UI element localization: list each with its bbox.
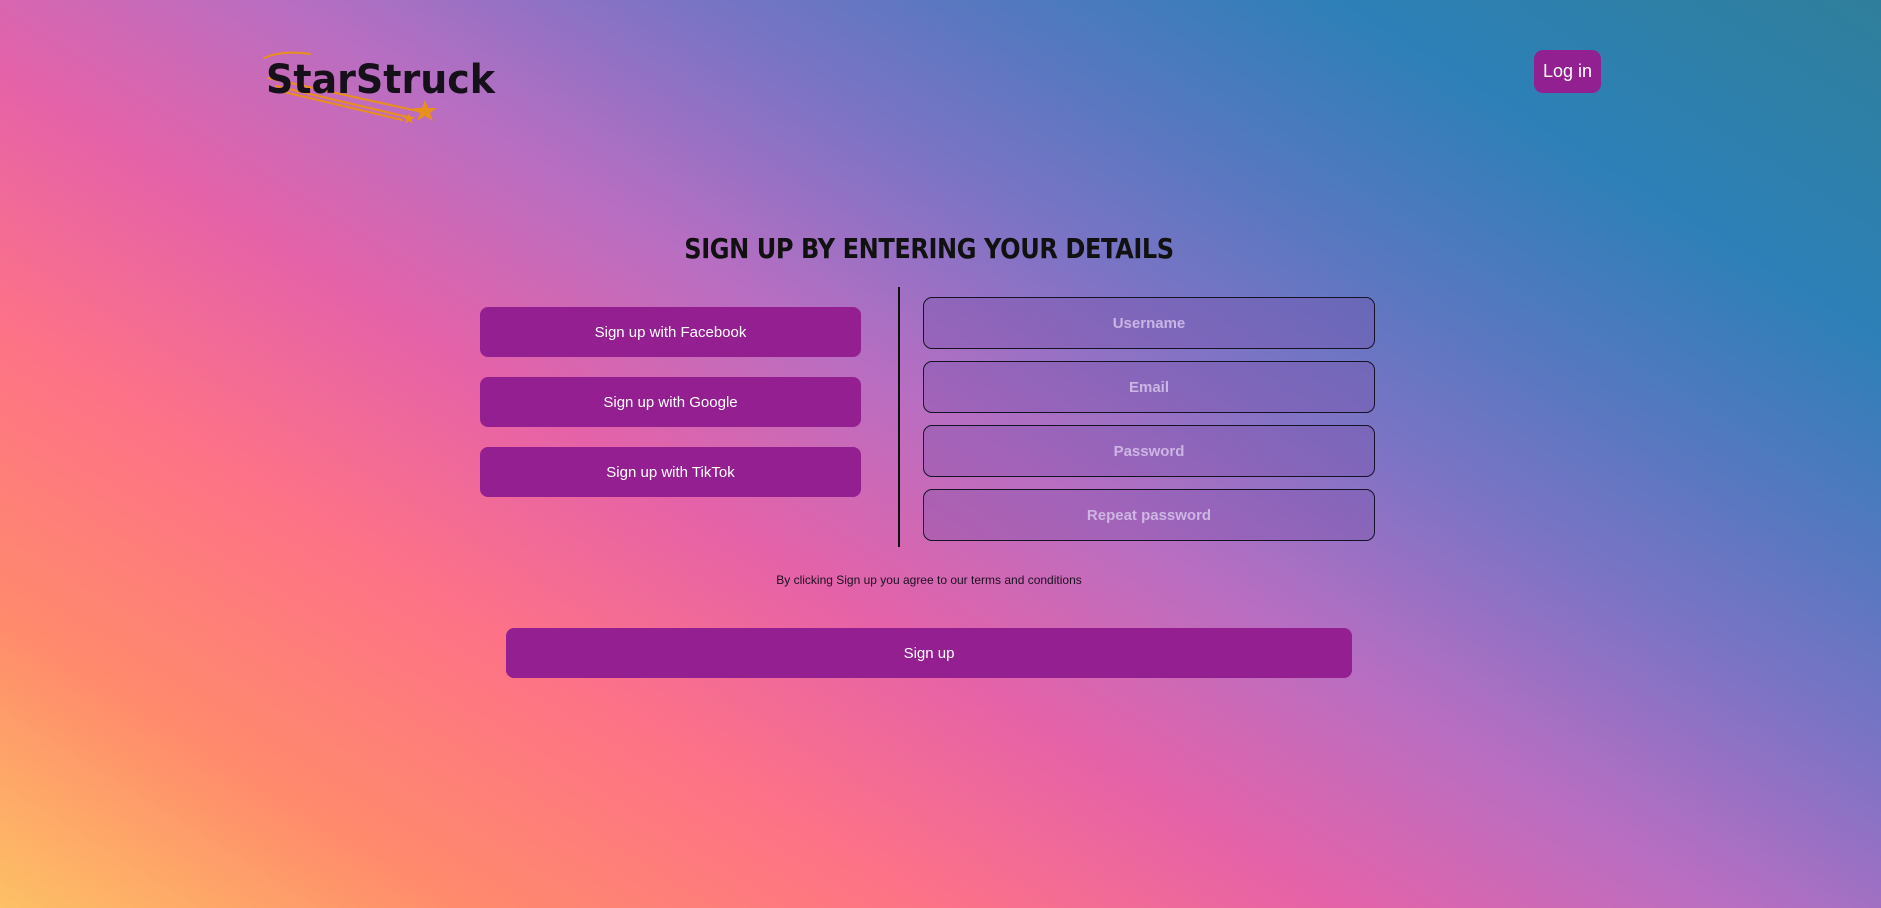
repeat-password-field-wrapper xyxy=(923,489,1375,541)
username-field-wrapper xyxy=(923,297,1375,349)
password-field-wrapper xyxy=(923,425,1375,477)
login-button[interactable]: Log in xyxy=(1534,50,1601,93)
email-input[interactable] xyxy=(924,361,1374,413)
email-field-wrapper xyxy=(923,361,1375,413)
signup-google-button[interactable]: Sign up with Google xyxy=(480,377,861,427)
password-input[interactable] xyxy=(924,425,1374,477)
signup-submit-button[interactable]: Sign up xyxy=(506,628,1352,678)
brand-name: StarStruck xyxy=(266,56,496,103)
terms-notice: By clicking Sign up you agree to our ter… xyxy=(776,573,1082,587)
signup-tiktok-button[interactable]: Sign up with TikTok xyxy=(480,447,861,497)
username-input[interactable] xyxy=(924,297,1374,349)
signup-facebook-button[interactable]: Sign up with Facebook xyxy=(480,307,861,357)
page-title: SIGN UP BY ENTERING YOUR DETAILS xyxy=(684,232,1174,265)
vertical-divider xyxy=(898,287,900,547)
starstruck-logo[interactable]: StarStruck xyxy=(262,50,495,126)
repeat-password-input[interactable] xyxy=(924,489,1374,541)
